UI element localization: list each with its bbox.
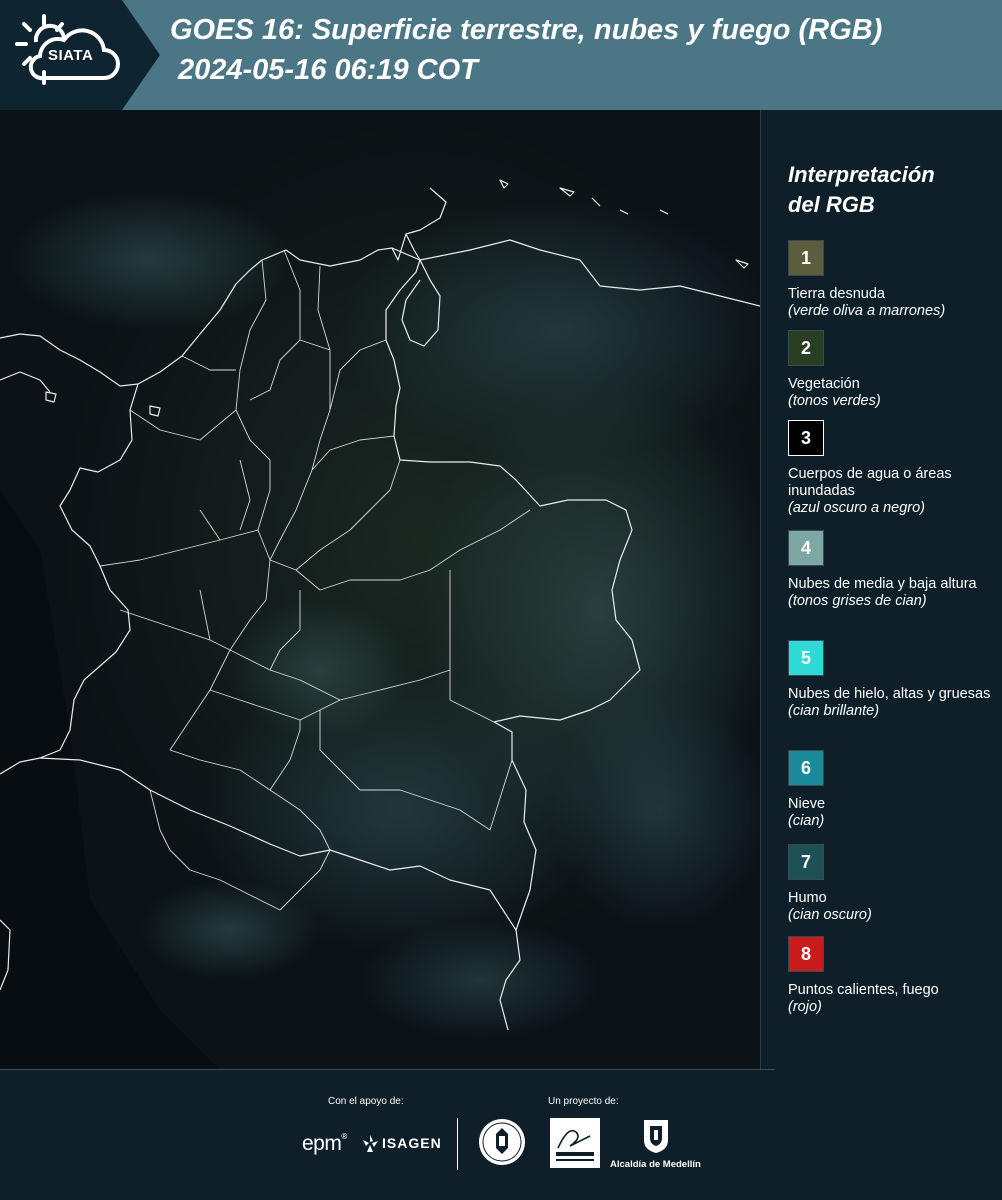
legend-title-line2: del RGB [788,192,875,217]
legend-item: 2 Vegetación (tonos verdes) [788,330,993,420]
legend-label-text: Puntos calientes, fuego [788,982,939,998]
legend-label-description: (cian oscuro) [788,907,872,923]
legend-item: 8 Puntos calientes, fuego (rojo) [788,936,993,1026]
footer-divider [457,1118,458,1170]
legend-label-text: Cuerpos de agua o áreas inundadas [788,466,952,499]
legend-item: 3 Cuerpos de agua o áreas inundadas (azul … [788,420,993,530]
epm-logo-text: epm [302,1132,342,1155]
legend-swatch: 1 [788,240,824,276]
legend-item: 6 Nieve (cian) [788,750,993,844]
footer: Con el apoyo de: Un proyecto de: epm® IS… [0,1070,1002,1200]
legend-label: Nieve (cian) [788,796,998,830]
legend-label: Nubes de hielo, altas y gruesas (cian bri… [788,686,998,720]
header-bar: SIATA GOES 16: Superficie terrestre, nub… [0,0,1002,110]
legend-label: Puntos calientes, fuego (rojo) [788,982,998,1016]
legend-item: 5 Nubes de hielo, altas y gruesas (cian br… [788,640,993,750]
support-caption: Con el apoyo de: [328,1096,404,1107]
legend-label: Nubes de media y baja altura (tonos grise… [788,576,998,610]
legend-label-description: (tonos grises de cian) [788,593,927,609]
legend-label-text: Nieve [788,796,826,812]
legend-label: Vegetación (tonos verdes) [788,376,998,410]
legend-label-description: (tonos verdes) [788,393,881,409]
epm-registered-mark: ® [341,1132,347,1141]
legend-label: Humo (cian oscuro) [788,890,998,924]
legend-label-text: Vegetación [788,376,860,392]
area-metropolitana-logo-icon [550,1118,600,1168]
medellin-shield-icon [644,1120,668,1153]
legend-swatch: 8 [788,936,824,972]
rgb-legend: Interpretación del RGB 1 Tierra desnuda (v… [788,160,993,1026]
legend-label-text: Tierra desnuda [788,286,885,302]
legend-swatch: 5 [788,640,824,676]
legend-label-description: (azul oscuro a negro) [788,500,926,516]
legend-swatch: 7 [788,844,824,880]
satellite-map[interactable] [0,110,760,1070]
satellite-map-canvas [0,110,760,1070]
legend-label-description: (verde oliva a marrones) [788,303,946,319]
legend-label-description: (rojo) [788,999,822,1015]
page-title: GOES 16: Superficie terrestre, nubes y f… [170,14,883,46]
epm-logo: epm® [302,1132,347,1156]
legend-swatch: 3 [788,420,824,456]
government-seal-icon [479,1119,525,1165]
legend-title-line1: Interpretación [788,162,935,187]
legend-items: 1 Tierra desnuda (verde oliva a marrones) 2… [788,240,993,1026]
legend-item: 7 Humo (cian oscuro) [788,844,993,936]
legend-title: Interpretación del RGB [788,160,993,220]
legend-label-description: (cian) [788,813,825,829]
legend-item: 1 Tierra desnuda (verde oliva a marrones) [788,240,993,330]
legend-label: Cuerpos de agua o áreas inundadas (azul o… [788,466,998,517]
logo-panel: SIATA [0,0,160,110]
legend-label-text: Nubes de media y baja altura [788,576,977,592]
siata-logo-text: SIATA [48,47,94,64]
legend-label: Tierra desnuda (verde oliva a marrones) [788,286,998,320]
legend-swatch: 4 [788,530,824,566]
page-subtitle-timestamp: 2024-05-16 06:19 COT [178,54,478,86]
project-caption: Un proyecto de: [548,1096,619,1107]
legend-swatch: 6 [788,750,824,786]
legend-label-description: (cian brillante) [788,703,880,719]
legend-label-text: Nubes de hielo, altas y gruesas [788,686,991,702]
medellin-logo-text: Alcaldía de Medellín [610,1159,701,1170]
map-divider [760,110,761,1070]
legend-label-text: Humo [788,890,827,906]
isagen-logo-text: ISAGEN [382,1135,442,1151]
legend-swatch: 2 [788,330,824,366]
legend-item: 4 Nubes de media y baja altura (tonos gris… [788,530,993,640]
